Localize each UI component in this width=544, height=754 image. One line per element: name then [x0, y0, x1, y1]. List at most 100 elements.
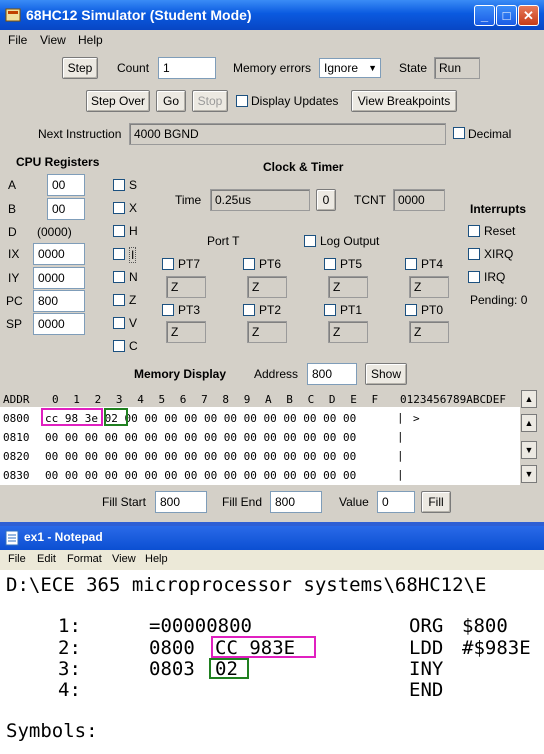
np-menu-help[interactable]: Help — [145, 553, 168, 565]
step-button[interactable]: Step — [62, 57, 98, 79]
pt1-checkbox[interactable] — [324, 304, 336, 316]
reg-d-value: (0000) — [37, 225, 72, 239]
fill-start-input[interactable]: 800 — [155, 491, 207, 513]
count-input[interactable]: 1 — [158, 57, 216, 79]
close-button[interactable]: ✕ — [518, 5, 539, 26]
go-button[interactable]: Go — [156, 90, 186, 112]
mem-header-col: C — [307, 393, 315, 406]
pt1-label: PT1 — [340, 303, 363, 317]
flag-x-checkbox[interactable] — [113, 202, 125, 214]
view-breakpoints-button[interactable]: View Breakpoints — [351, 90, 457, 112]
menu-file[interactable]: File — [8, 33, 27, 47]
interrupt-irq-checkbox[interactable] — [468, 271, 480, 283]
interrupt-irq-label: IRQ — [484, 270, 506, 284]
cpu-registers-heading: CPU Registers — [16, 155, 100, 169]
mem-header-ascii: 0123456789ABCDEF — [400, 393, 506, 406]
pt7-value: Z — [166, 276, 206, 298]
display-updates-checkbox[interactable] — [236, 95, 248, 107]
mem-row-bytes[interactable]: 00 00 00 00 00 00 00 00 00 00 00 00 00 0… — [45, 450, 356, 463]
mem-row-bytes[interactable]: 00 00 00 00 00 00 00 00 00 00 00 00 00 0… — [45, 431, 356, 444]
log-output-checkbox[interactable] — [304, 235, 316, 247]
flag-v-label: V — [129, 316, 138, 330]
fill-button[interactable]: Fill — [421, 491, 451, 513]
count-label: Count — [117, 61, 150, 75]
mem-row-ascii: > — [413, 412, 420, 425]
pt3-checkbox[interactable] — [162, 304, 174, 316]
flag-n-checkbox[interactable] — [113, 271, 125, 283]
mem-scroll-top-button[interactable]: ▲ — [521, 390, 537, 408]
reg-ix-input[interactable]: 0000 — [33, 243, 85, 265]
pt4-checkbox[interactable] — [405, 258, 417, 270]
flag-s-checkbox[interactable] — [113, 179, 125, 191]
pt1-value: Z — [328, 321, 368, 343]
mem-header-addr: ADDR — [3, 393, 30, 406]
fill-end-input[interactable]: 800 — [270, 491, 322, 513]
address-input[interactable]: 800 — [307, 363, 357, 385]
pt3-label: PT3 — [178, 303, 201, 317]
np-line-num: 4: — [58, 679, 81, 701]
interrupt-xirq-checkbox[interactable] — [468, 248, 480, 260]
np-line-addr: 0803 — [149, 658, 195, 680]
pt7-checkbox[interactable] — [162, 258, 174, 270]
mem-row-addr: 0830 — [3, 469, 30, 482]
notepad-titlebar[interactable]: ex1 - Notepad — [0, 526, 544, 550]
flag-v-checkbox[interactable] — [113, 317, 125, 329]
close-icon: ✕ — [523, 8, 534, 23]
mem-row-bytes[interactable]: 00 00 00 00 00 00 00 00 00 00 00 00 00 0… — [45, 469, 356, 482]
fill-value-input[interactable]: 0 — [377, 491, 415, 513]
app-icon — [5, 8, 21, 22]
flag-h-checkbox[interactable] — [113, 225, 125, 237]
decimal-checkbox[interactable] — [453, 127, 465, 139]
np-menu-file[interactable]: File — [8, 553, 26, 565]
flag-h-label: H — [129, 224, 138, 238]
time-value: 0.25us — [210, 189, 310, 211]
mem-header-col: 1 — [73, 393, 80, 406]
mem-header-col: 8 — [222, 393, 230, 406]
memory-errors-select[interactable]: Ignore ▼ — [319, 58, 381, 78]
menu-view[interactable]: View — [40, 33, 66, 47]
mem-header-col: 7 — [201, 393, 208, 406]
np-symbols-label: Symbols: — [6, 720, 98, 742]
pt0-checkbox[interactable] — [405, 304, 417, 316]
np-menu-edit[interactable]: Edit — [37, 553, 56, 565]
reg-pc-input[interactable]: 800 — [33, 290, 85, 312]
np-line-op: INY — [409, 658, 444, 680]
notepad-title: ex1 - Notepad — [24, 530, 103, 544]
menu-help[interactable]: Help — [78, 33, 103, 47]
stop-button[interactable]: Stop — [192, 90, 228, 112]
down-arrow-icon: ▼ — [524, 445, 534, 455]
np-menu-view[interactable]: View — [112, 553, 136, 565]
pt6-checkbox[interactable] — [243, 258, 255, 270]
np-path-line: D:\ECE 365 microprocessor systems\68HC12… — [6, 574, 487, 596]
reg-sp-label: SP — [6, 317, 23, 331]
flag-i-checkbox[interactable] — [113, 248, 125, 260]
pt5-value: Z — [328, 276, 368, 298]
pt2-checkbox[interactable] — [243, 304, 255, 316]
mem-header-col: 9 — [243, 393, 251, 406]
time-reset-button[interactable]: 0 — [316, 189, 336, 211]
np-line-op: ORG — [409, 615, 444, 637]
show-button[interactable]: Show — [365, 363, 407, 385]
maximize-button[interactable]: □ — [496, 5, 517, 26]
mem-scroll-up-button[interactable]: ▲ — [521, 414, 537, 432]
reg-b-input[interactable]: 00 — [47, 198, 85, 220]
np-line-addr: =00000800 — [149, 615, 252, 637]
minimize-button[interactable]: _ — [474, 5, 495, 26]
pt4-label: PT4 — [421, 257, 444, 271]
reg-pc-label: PC — [6, 294, 23, 308]
mem-header-col: 2 — [94, 393, 102, 406]
np-menu-format[interactable]: Format — [67, 553, 102, 565]
sim-titlebar[interactable]: 68HC12 Simulator (Student Mode) _ □ ✕ — [0, 0, 544, 30]
step-over-button[interactable]: Step Over — [86, 90, 150, 112]
np-line-arg: #$983E — [462, 637, 531, 659]
reg-a-input[interactable]: 00 — [47, 174, 85, 196]
flag-z-checkbox[interactable] — [113, 294, 125, 306]
reg-iy-input[interactable]: 0000 — [33, 267, 85, 289]
interrupt-reset-checkbox[interactable] — [468, 225, 480, 237]
np-line-num: 3: — [58, 658, 81, 680]
flag-c-checkbox[interactable] — [113, 340, 125, 352]
mem-scroll-down-button[interactable]: ▼ — [521, 441, 537, 459]
reg-sp-input[interactable]: 0000 — [33, 313, 85, 335]
mem-scroll-bottom-button[interactable]: ▼ — [521, 465, 537, 483]
pt5-checkbox[interactable] — [324, 258, 336, 270]
